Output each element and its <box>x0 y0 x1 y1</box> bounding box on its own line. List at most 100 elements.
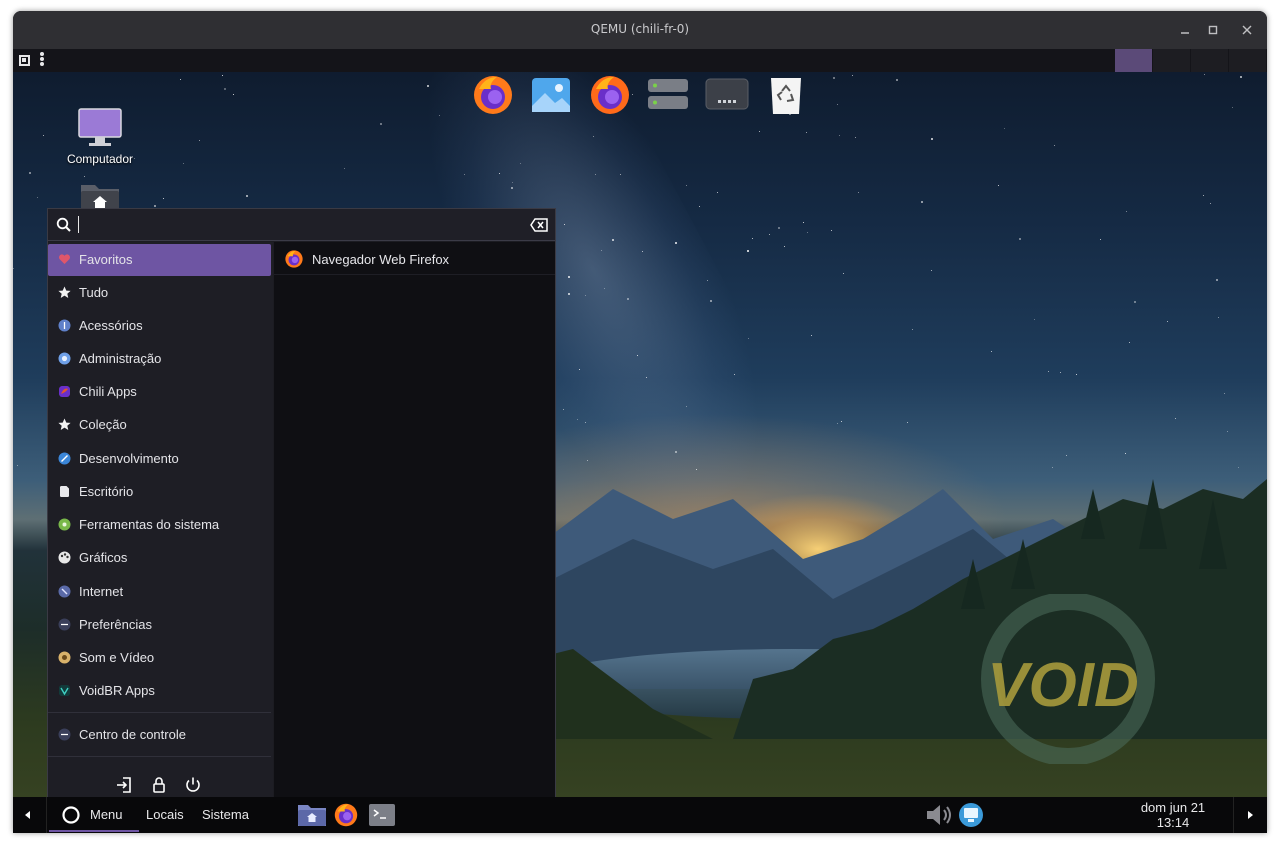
dock-drive-icon[interactable] <box>705 73 749 117</box>
star <box>620 174 621 175</box>
star <box>831 230 832 231</box>
dock-trash-icon[interactable] <box>764 73 808 117</box>
star <box>907 422 908 423</box>
menu-search-input[interactable] <box>78 215 518 235</box>
star <box>769 234 770 235</box>
star <box>784 246 785 247</box>
logo-text: VOID <box>987 651 1139 720</box>
star <box>839 135 840 136</box>
star <box>1224 393 1225 394</box>
clear-search-icon[interactable] <box>530 217 548 233</box>
control-center-item[interactable]: Centro de controle <box>48 719 271 751</box>
star <box>43 135 44 136</box>
category-colecao[interactable]: Coleção <box>48 409 271 441</box>
places-button[interactable]: Locais <box>146 797 184 833</box>
system-tools-icon <box>58 518 71 531</box>
text-cursor <box>78 216 79 233</box>
category-som-e-video[interactable]: Som e Vídeo <box>48 642 271 674</box>
category-voidbr-apps[interactable]: VoidBR Apps <box>48 675 271 707</box>
minimize-button[interactable] <box>1175 20 1195 40</box>
star <box>717 192 718 193</box>
category-graficos[interactable]: Gráficos <box>48 542 271 574</box>
star <box>806 132 807 133</box>
star <box>1218 317 1219 318</box>
dock-firefox-icon[interactable] <box>471 73 515 117</box>
star <box>29 172 31 174</box>
system-button[interactable]: Sistema <box>202 797 249 833</box>
firefox-icon[interactable] <box>333 802 359 828</box>
category-label: Administração <box>79 351 162 366</box>
maximize-button[interactable] <box>1203 20 1223 40</box>
category-escritorio[interactable]: Escritório <box>48 476 271 508</box>
desktop-icon-computer[interactable]: Computador <box>50 107 150 166</box>
star <box>699 206 700 207</box>
star <box>1034 319 1035 320</box>
category-internet[interactable]: Internet <box>48 576 271 608</box>
star <box>759 131 760 132</box>
network-icon[interactable] <box>958 802 984 828</box>
clock[interactable]: dom jun 21 13:14 <box>1133 800 1213 830</box>
dock-image-viewer-icon[interactable] <box>529 73 573 117</box>
search-icon <box>56 217 71 232</box>
star <box>1210 203 1211 204</box>
volume-icon[interactable] <box>925 802 955 828</box>
app-list: Navegador Web Firefox <box>274 242 555 806</box>
logout-icon[interactable] <box>115 776 133 794</box>
guest-desktop: Computador Pa VOID Favoritos <box>13 49 1267 833</box>
office-document-icon <box>60 486 69 497</box>
menu-search-bar[interactable] <box>48 209 555 241</box>
menu-logo-icon[interactable] <box>62 806 80 824</box>
show-desktop-icon[interactable] <box>19 55 30 66</box>
dock-firefox-icon-2[interactable] <box>588 73 632 117</box>
control-center-icon <box>58 728 71 741</box>
star <box>734 374 735 375</box>
app-item-firefox[interactable]: Navegador Web Firefox <box>274 245 555 275</box>
category-preferencias[interactable]: Preferências <box>48 609 271 641</box>
star <box>427 85 429 87</box>
star <box>183 163 184 164</box>
star <box>931 138 933 140</box>
menu-button[interactable]: Menu <box>90 797 123 833</box>
star <box>912 329 913 330</box>
star <box>439 115 440 116</box>
star <box>568 293 570 295</box>
star <box>637 355 638 356</box>
star <box>1019 238 1021 240</box>
star <box>710 300 712 302</box>
star <box>998 185 999 186</box>
category-tudo[interactable]: Tudo <box>48 277 271 309</box>
workspace-2[interactable] <box>1153 49 1190 72</box>
scroll-left-icon[interactable] <box>23 810 33 820</box>
star <box>803 222 804 223</box>
category-administracao[interactable]: Administração <box>48 343 271 375</box>
category-chili-apps[interactable]: Chili Apps <box>48 376 271 408</box>
category-favoritos[interactable]: Favoritos <box>48 244 271 276</box>
close-button[interactable] <box>1237 20 1257 40</box>
category-label: Escritório <box>79 484 134 499</box>
star <box>246 195 248 197</box>
category-label: VoidBR Apps <box>79 683 155 698</box>
star <box>563 409 564 410</box>
category-desenvolvimento[interactable]: Desenvolvimento <box>48 443 271 475</box>
workspace-4[interactable] <box>1229 49 1266 72</box>
star <box>154 205 156 207</box>
workspace-1[interactable] <box>1115 49 1152 72</box>
workspace-3[interactable] <box>1191 49 1228 72</box>
star-icon <box>58 286 71 298</box>
window-titlebar[interactable]: QEMU (chili-fr-0) <box>13 11 1267 49</box>
dock-server-icon[interactable] <box>646 73 690 117</box>
category-acessorios[interactable]: Acessórios <box>48 310 271 342</box>
clock-time: 13:14 <box>1156 815 1190 830</box>
more-options-icon[interactable] <box>40 52 46 68</box>
file-manager-icon[interactable] <box>296 802 328 828</box>
power-icon[interactable] <box>184 776 202 794</box>
terminal-icon[interactable] <box>368 803 396 827</box>
category-label: Desenvolvimento <box>79 451 179 466</box>
category-ferramentas-do-sistema[interactable]: Ferramentas do sistema <box>48 509 271 541</box>
voidbr-logo: VOID <box>981 594 1155 764</box>
clock-date: dom jun 21 <box>1140 800 1206 815</box>
scroll-right-icon[interactable] <box>1245 810 1255 820</box>
star <box>807 232 808 233</box>
lock-icon[interactable] <box>150 776 168 794</box>
star <box>646 377 647 378</box>
